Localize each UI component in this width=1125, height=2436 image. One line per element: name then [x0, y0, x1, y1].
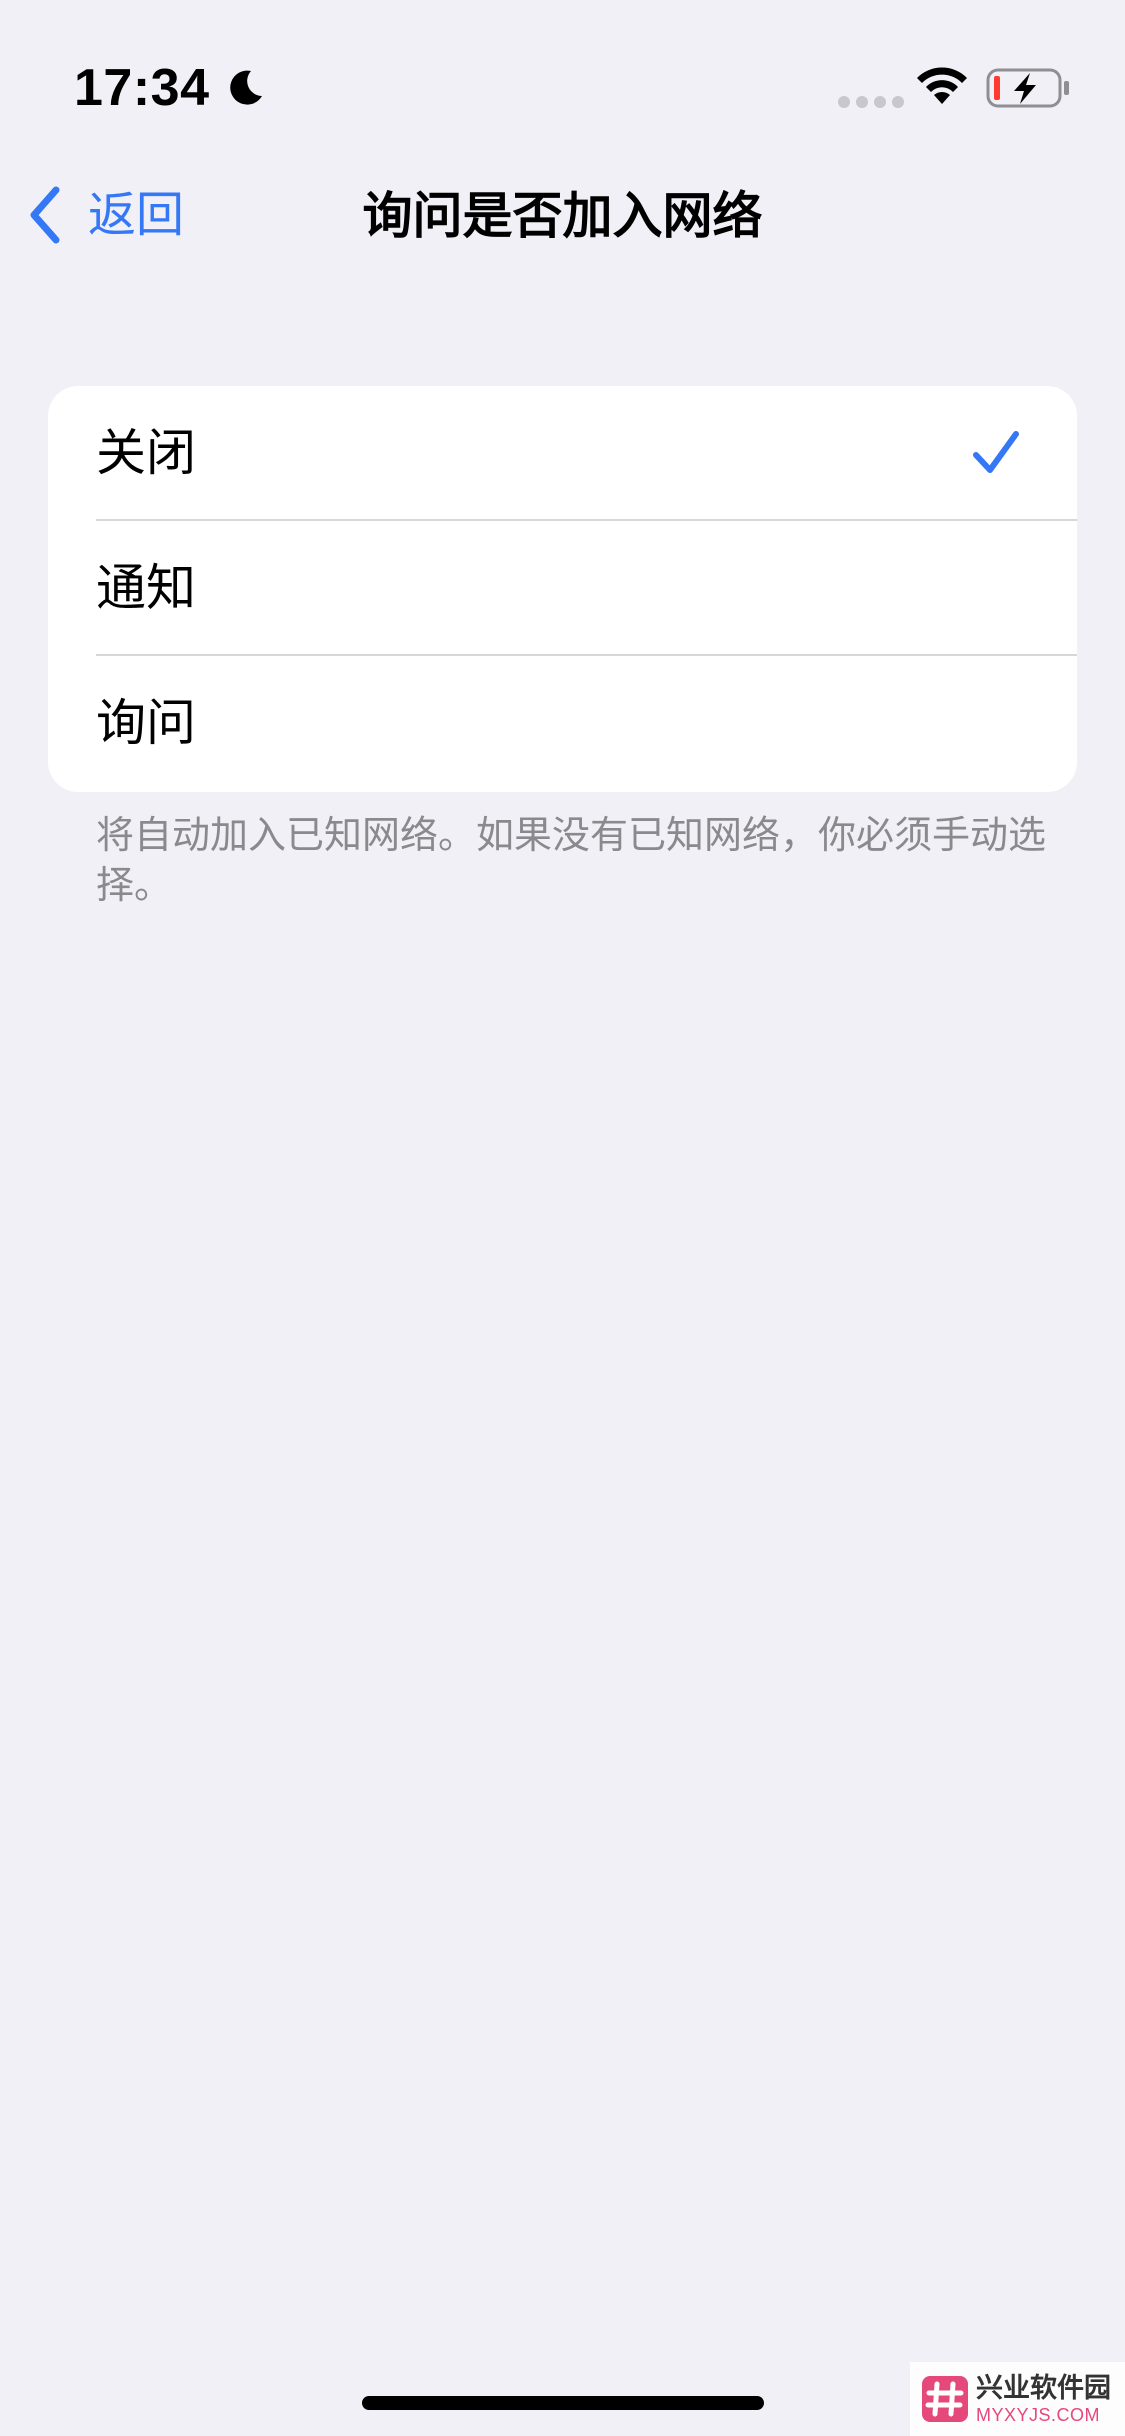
status-time: 17:34	[74, 56, 266, 120]
footer-note: 将自动加入已知网络。如果没有已知网络，你必须手动选择。	[96, 813, 1047, 907]
option-row-off[interactable]: 关闭	[48, 386, 1077, 521]
status-time-text: 17:34	[74, 59, 210, 117]
option-label: 关闭	[96, 424, 196, 482]
option-row-notify[interactable]: 通知	[48, 521, 1077, 656]
option-row-ask[interactable]: 询问	[48, 656, 1077, 791]
moon-icon	[229, 70, 262, 105]
watermark-url: MYXYJS.COM	[976, 2404, 1101, 2425]
checkmark-icon	[973, 431, 1019, 473]
page-title: 询问是否加入网络	[362, 187, 763, 245]
watermark-logo-icon	[922, 2376, 968, 2422]
options-list: 关闭 通知 询问	[48, 386, 1077, 792]
wifi-icon	[917, 67, 967, 104]
watermark-title: 兴业软件园	[976, 2372, 1111, 2404]
home-indicator[interactable]	[362, 2396, 764, 2410]
cellular-signal-icon	[838, 96, 904, 108]
battery-charging-low-icon	[986, 68, 1069, 108]
status-bar: 17:34	[0, 0, 1125, 150]
navigation-bar: 返回 询问是否加入网络	[0, 150, 1125, 280]
option-label: 询问	[96, 694, 196, 752]
option-label: 通知	[96, 559, 196, 617]
watermark: 兴业软件园 MYXYJS.COM	[910, 2362, 1125, 2436]
